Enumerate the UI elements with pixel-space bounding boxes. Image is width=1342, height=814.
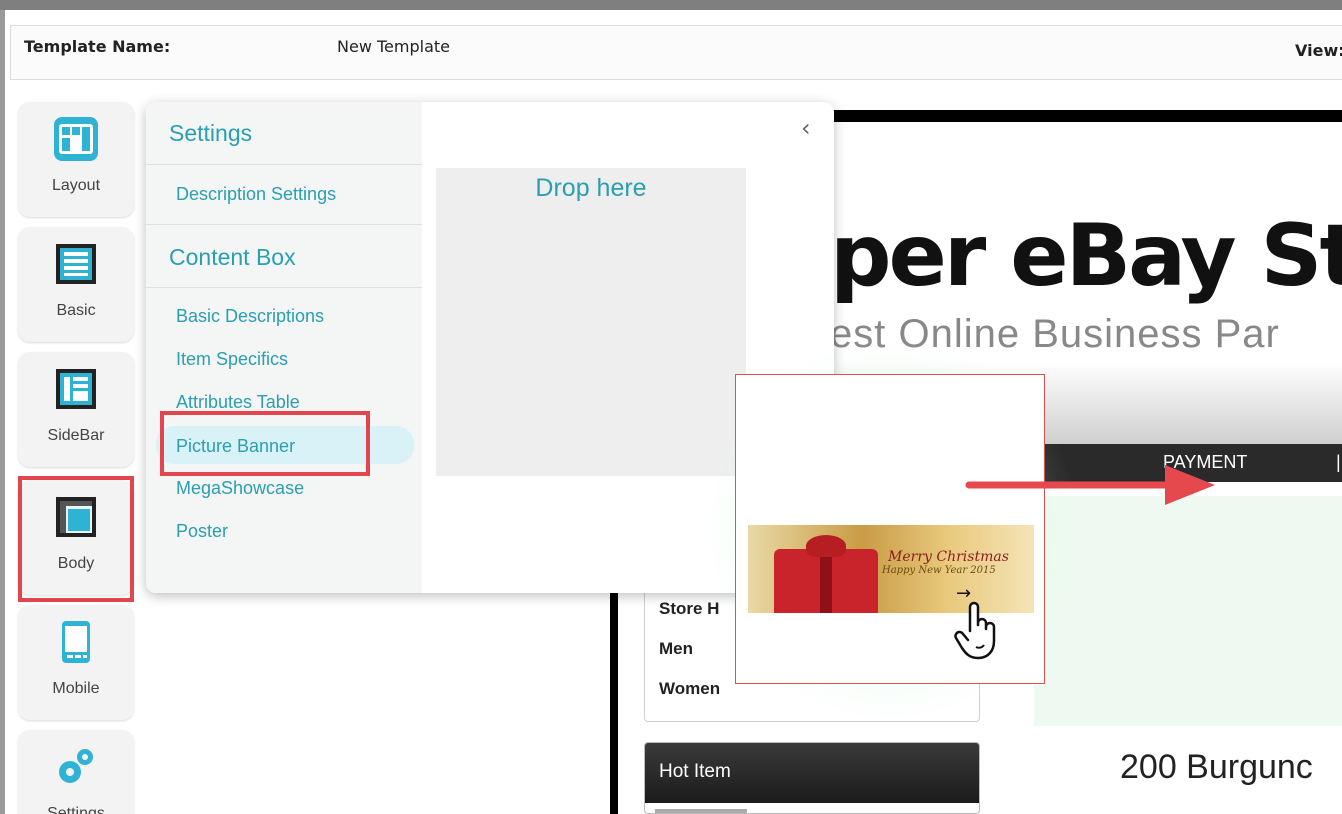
layout-icon [54, 117, 98, 161]
drop-here-text: Drop here [535, 174, 647, 202]
panel-menu: Settings Description Settings Content Bo… [146, 102, 422, 593]
menu-item-attributes-table[interactable]: Attributes Table [176, 392, 300, 413]
tool-settings-button[interactable]: Settings [18, 730, 134, 814]
sidebar-link-men[interactable]: Men [659, 639, 693, 659]
divider [146, 224, 422, 225]
sidebar-icon [56, 369, 96, 409]
collapse-panel-icon[interactable]: ‹ [801, 114, 811, 142]
template-name-value: New Template [337, 37, 450, 56]
hot-item-thumbnail [655, 809, 747, 813]
hand-cursor-icon [954, 601, 996, 660]
basic-icon [56, 244, 96, 284]
hot-item-box: Hot Item [644, 742, 980, 814]
left-border [0, 10, 5, 814]
hot-item-title: Hot Item [659, 761, 731, 782]
divider [146, 287, 422, 288]
divider [146, 164, 422, 165]
gift-bow [806, 535, 846, 557]
settings-section-title: Settings [169, 120, 253, 146]
hot-item-header: Hot Item [645, 743, 979, 803]
tool-label: Basic [56, 302, 96, 319]
body-drop-area[interactable] [1034, 496, 1342, 726]
menu-item-poster[interactable]: Poster [176, 521, 228, 542]
view-label: View: [1295, 41, 1342, 60]
drag-direction-arrow-icon [965, 465, 1215, 505]
content-box-section-title: Content Box [169, 244, 296, 270]
banner-subtitle: Happy New Year 2015 [882, 565, 996, 576]
nav-separator: | [1336, 452, 1341, 472]
tool-label: Settings [47, 805, 105, 814]
tool-mobile-button[interactable]: Mobile [18, 605, 134, 720]
banner-title: Merry Christmas [888, 549, 1009, 565]
menu-item-item-specifics[interactable]: Item Specifics [176, 349, 288, 370]
tool-label: Mobile [52, 680, 100, 697]
dragged-picture-banner-card[interactable]: Merry Christmas Happy New Year 2015 → [735, 374, 1045, 684]
gift-ribbon [820, 549, 832, 613]
christmas-banner-image: Merry Christmas Happy New Year 2015 → [748, 525, 1034, 613]
description-settings-link[interactable]: Description Settings [176, 184, 336, 205]
picture-banner-highlight-box [160, 411, 370, 476]
mobile-icon [62, 621, 90, 663]
body-highlight-box [18, 476, 134, 602]
store-brand-text: per eBay St [830, 206, 1342, 306]
tool-basic-button[interactable]: Basic [18, 227, 134, 342]
gears-icon [59, 749, 93, 783]
tool-label: SideBar [47, 427, 105, 444]
menu-item-basic-descriptions[interactable]: Basic Descriptions [176, 306, 324, 327]
template-name-label: Template Name: [24, 37, 171, 56]
tool-label: Layout [51, 177, 101, 194]
gift-box-graphic [774, 535, 878, 613]
tool-sidebar-button[interactable]: SideBar [18, 352, 134, 467]
template-editor: Template Name: New Template View: Layout… [0, 0, 1342, 814]
menu-item-megashowcase[interactable]: MegaShowcase [176, 478, 304, 499]
tool-layout-button[interactable]: Layout [18, 102, 134, 217]
template-header: Template Name: New Template View: [10, 25, 1342, 80]
product-title: 200 Burgunc [1120, 748, 1313, 786]
window-top-bar [0, 0, 1342, 10]
